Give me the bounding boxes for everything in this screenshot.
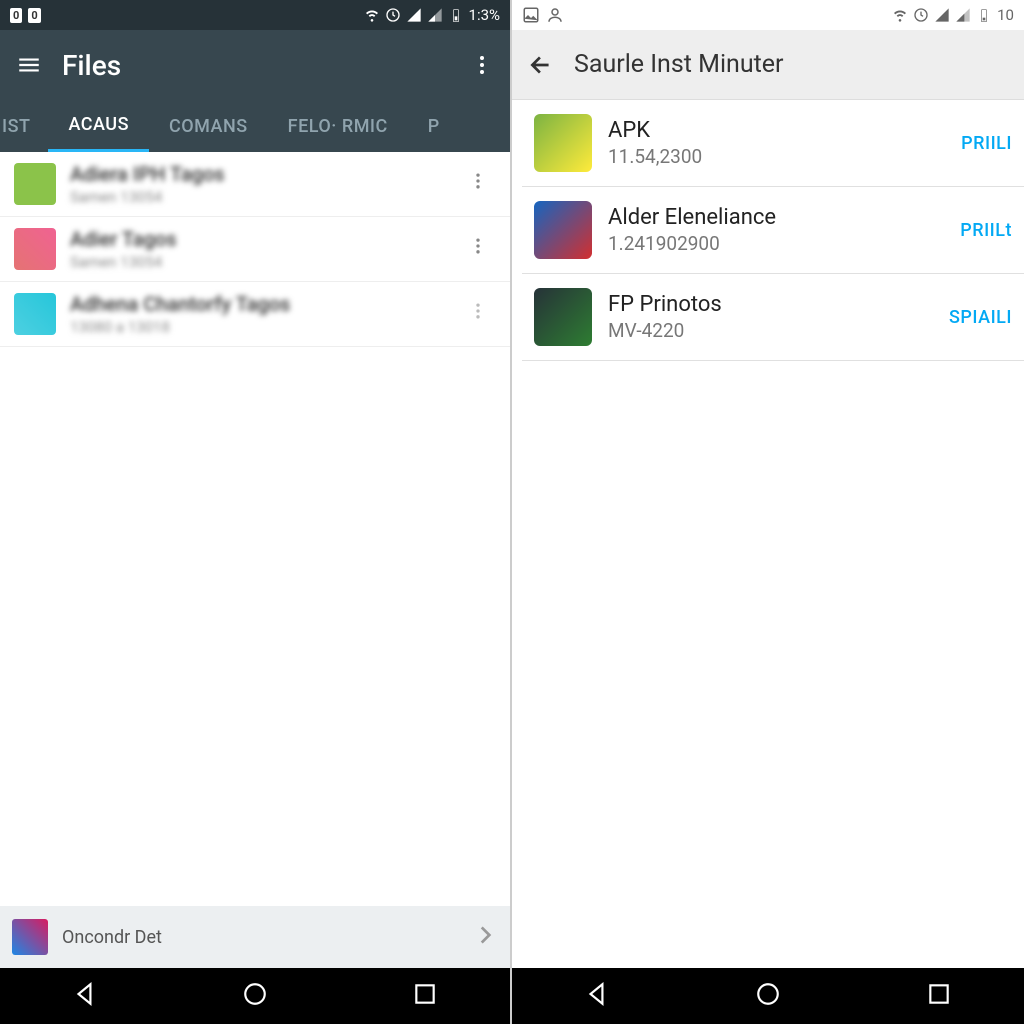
install-title: APK	[608, 118, 961, 143]
install-row[interactable]: Alder Eleneliance 1.241902900 PRIILt	[522, 187, 1024, 274]
bottom-item[interactable]: Oncondr Det	[0, 906, 510, 968]
row-overflow-icon[interactable]	[460, 236, 496, 262]
nav-back-icon[interactable]	[72, 981, 98, 1011]
file-thumb-icon	[14, 228, 56, 270]
tab-acaus[interactable]: ACAUS	[48, 100, 149, 152]
app-icon	[534, 201, 592, 259]
install-title: FP Prinotos	[608, 292, 949, 317]
clock-icon	[913, 7, 929, 23]
image-icon	[522, 6, 540, 24]
install-subtitle: MV-4220	[608, 319, 949, 342]
nav-bar	[512, 968, 1024, 1024]
nav-home-icon[interactable]	[755, 981, 781, 1011]
tabs: IST ACAUS COMANS FELO· RMIC P	[0, 100, 510, 152]
file-subtitle: 13080 a 13018	[70, 318, 460, 336]
file-title: Adhena Chantorfy Tagos	[70, 292, 460, 316]
row-overflow-icon[interactable]	[460, 171, 496, 197]
battery-icon	[976, 7, 992, 23]
status-bar: 0 0 1:3%	[0, 0, 510, 30]
install-action-button[interactable]: PRIILt	[960, 220, 1012, 241]
bottom-label: Oncondr Det	[62, 927, 472, 948]
file-row[interactable]: Adhena Chantorfy Tagos 13080 a 13018	[0, 282, 510, 347]
appbar: Saurle Inst Minuter	[512, 30, 1024, 100]
install-subtitle: 1.241902900	[608, 232, 960, 255]
app-title: Saurle Inst Minuter	[574, 50, 784, 79]
cell-icon	[955, 7, 971, 23]
install-list: APK 11.54,2300 PRIILI Alder Eleneliance …	[512, 100, 1024, 968]
nav-recent-icon[interactable]	[926, 981, 952, 1011]
status-badge: 0	[28, 8, 40, 23]
left-phone: 0 0 1:3% Files IST ACAUS COMANS FELO· RM…	[0, 0, 512, 1024]
nav-bar	[0, 968, 510, 1024]
tab-ist[interactable]: IST	[0, 100, 48, 152]
status-bar: 10	[512, 0, 1024, 30]
app-icon	[534, 288, 592, 346]
menu-icon[interactable]	[16, 52, 42, 78]
signal-icon	[406, 7, 422, 23]
tab-comans[interactable]: COMANS	[149, 100, 268, 152]
file-thumb-icon	[14, 293, 56, 335]
person-icon	[546, 6, 564, 24]
battery-text: 10	[997, 6, 1014, 24]
file-title: Adiera IPH Tagos	[70, 162, 460, 186]
files-list: Adiera IPH Tagos Samen 13054 Adier Tagos…	[0, 152, 510, 906]
nav-recent-icon[interactable]	[412, 981, 438, 1011]
chevron-right-icon	[472, 922, 498, 952]
app-title: Files	[62, 49, 470, 82]
signal-icon	[934, 7, 950, 23]
install-row[interactable]: APK 11.54,2300 PRIILI	[522, 100, 1024, 187]
file-subtitle: Samen 13054	[70, 253, 460, 271]
install-action-button[interactable]: SPIAILI	[949, 307, 1012, 328]
nav-back-icon[interactable]	[584, 981, 610, 1011]
install-action-button[interactable]: PRIILI	[961, 133, 1012, 154]
bottom-thumb-icon	[12, 919, 48, 955]
overflow-icon[interactable]	[470, 53, 494, 77]
cell-icon	[427, 7, 443, 23]
battery-icon	[448, 7, 464, 23]
wifi-icon	[364, 7, 380, 23]
install-subtitle: 11.54,2300	[608, 145, 961, 168]
clock-icon	[385, 7, 401, 23]
file-thumb-icon	[14, 163, 56, 205]
install-row[interactable]: FP Prinotos MV-4220 SPIAILI	[522, 274, 1024, 361]
file-row[interactable]: Adiera IPH Tagos Samen 13054	[0, 152, 510, 217]
wifi-icon	[892, 7, 908, 23]
app-icon	[534, 114, 592, 172]
appbar: Files	[0, 30, 510, 100]
tab-p[interactable]: P	[408, 100, 460, 152]
status-badge: 0	[10, 8, 22, 23]
file-subtitle: Samen 13054	[70, 188, 460, 206]
nav-home-icon[interactable]	[242, 981, 268, 1011]
install-title: Alder Eleneliance	[608, 205, 960, 230]
tab-felo[interactable]: FELO· RMIC	[268, 100, 408, 152]
row-overflow-icon[interactable]	[460, 301, 496, 327]
right-phone: 10 Saurle Inst Minuter APK 11.54,2300 PR…	[512, 0, 1024, 1024]
file-row[interactable]: Adier Tagos Samen 13054	[0, 217, 510, 282]
file-title: Adier Tagos	[70, 227, 460, 251]
battery-text: 1:3%	[469, 6, 500, 24]
back-icon[interactable]	[528, 52, 554, 78]
